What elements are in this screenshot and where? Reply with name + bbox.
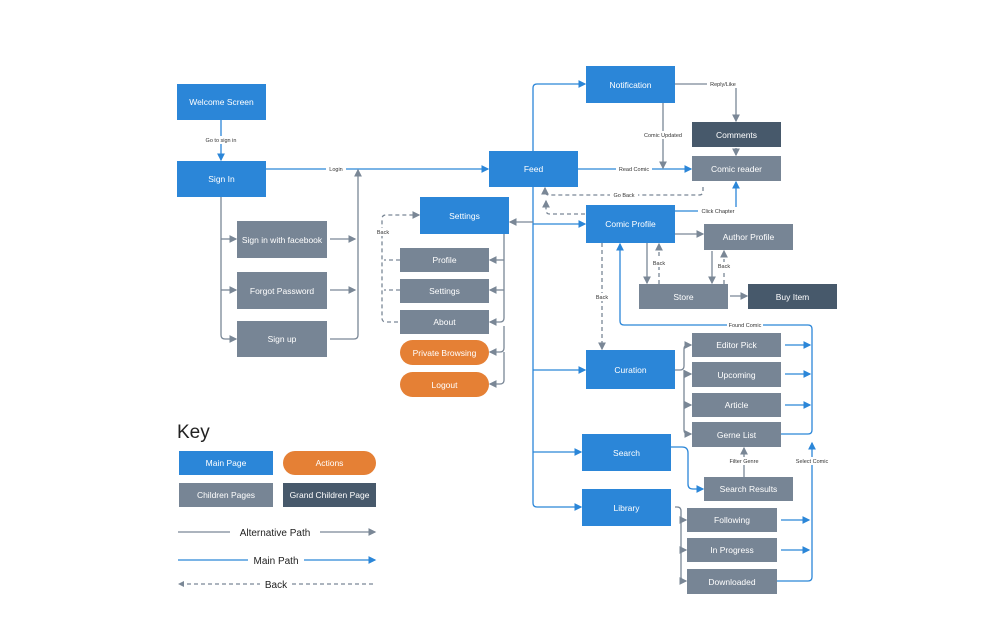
node-gerne-list: Gerne List [692, 422, 781, 447]
node-curation: Curation [586, 350, 675, 389]
label-back-author: Back [718, 264, 730, 270]
label-back-curation: Back [596, 295, 608, 301]
key-grand-children-page: Grand Children Page [283, 483, 376, 507]
node-sign-up: Sign up [237, 321, 327, 357]
node-notification: Notification [586, 66, 675, 103]
label-read-comic: Read Comic [619, 167, 650, 173]
edges: Go to sign in Login Reply/Like Comic Upd… [178, 80, 830, 591]
label-select-comic: Select Comic [796, 459, 829, 465]
node-settings: Settings [420, 197, 509, 234]
label-reply-like: Reply/Like [710, 82, 736, 88]
node-forgot-password: Forgot Password [237, 272, 327, 309]
label-go-to-sign-in: Go to sign in [206, 138, 237, 144]
node-article: Article [692, 393, 781, 417]
label-click-chapter: Click Chapter [701, 209, 734, 215]
node-upcoming: Upcoming [692, 362, 781, 387]
key-children-pages: Children Pages [179, 483, 273, 507]
flow-diagram: Go to sign in Login Reply/Like Comic Upd… [0, 0, 1000, 632]
label-comic-updated: Comic Updated [644, 133, 682, 139]
key-main-path: Main Path [253, 556, 298, 567]
label-go-back: Go Back [613, 193, 634, 199]
node-downloaded: Downloaded [687, 569, 777, 594]
label-back-store: Back [653, 261, 665, 267]
node-author-profile: Author Profile [704, 224, 793, 250]
label-login: Login [329, 167, 342, 173]
node-search-results: Search Results [704, 477, 793, 501]
node-library: Library [582, 489, 671, 526]
key-lines: Alternative Path Main Path Back [178, 525, 377, 591]
node-in-progress: In Progress [687, 538, 777, 562]
key-alternative-path: Alternative Path [240, 528, 311, 539]
node-sign-in: Sign In [177, 161, 266, 197]
node-comic-reader: Comic reader [692, 156, 781, 181]
node-feed: Feed [489, 151, 578, 187]
node-comic-profile: Comic Profile [586, 205, 675, 243]
node-sign-in-facebook: Sign in with facebook [237, 221, 327, 258]
node-search: Search [582, 434, 671, 471]
node-editor-pick: Editor Pick [692, 333, 781, 357]
node-following: Following [687, 508, 777, 532]
node-logout: Logout [400, 372, 489, 397]
label-back-settings: Back [377, 230, 389, 236]
label-found-comic: Found Comic [729, 323, 762, 329]
node-settings-child: Settings [400, 279, 489, 303]
key-back: Back [265, 580, 288, 591]
label-filter-genre: Filter Genre [729, 459, 758, 465]
key-title: Key [177, 422, 210, 443]
node-store: Store [639, 284, 728, 309]
node-buy-item: Buy Item [748, 284, 837, 309]
key-main-page: Main Page [179, 451, 273, 475]
node-profile: Profile [400, 248, 489, 272]
key-actions: Actions [283, 451, 376, 475]
node-private-browsing: Private Browsing [400, 340, 489, 365]
node-welcome-screen: Welcome Screen [177, 84, 266, 120]
node-comments: Comments [692, 122, 781, 147]
node-about: About [400, 310, 489, 334]
